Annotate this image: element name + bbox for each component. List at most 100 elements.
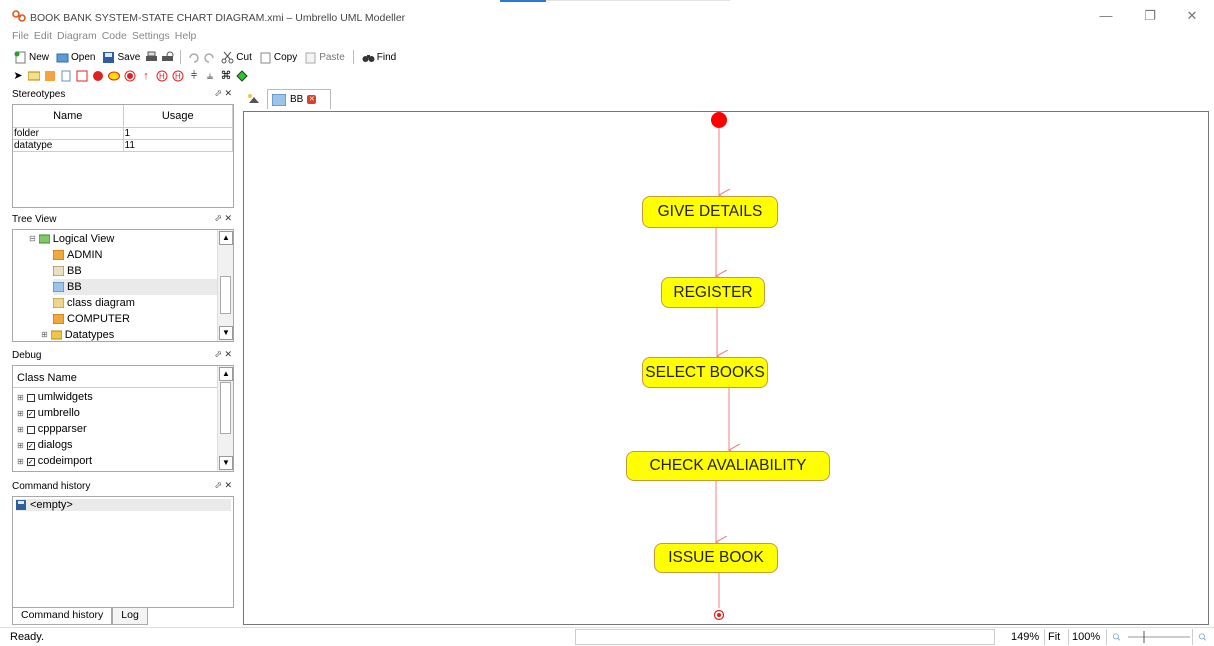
minimize-button[interactable]: —: [1098, 8, 1114, 24]
end-state-icon[interactable]: [124, 70, 136, 82]
state-check-availability[interactable]: CHECK AVALIABILITY: [626, 451, 830, 481]
checkbox-checked[interactable]: ✓: [26, 409, 35, 418]
expand-icon[interactable]: ⊞: [17, 454, 24, 469]
debug-item-umlwidgets[interactable]: ⊞ umlwidgets: [17, 390, 93, 405]
tab-log[interactable]: Log: [112, 608, 148, 625]
scroll-up-icon[interactable]: ▲: [219, 367, 233, 381]
tree-item-datatypes[interactable]: ⊞ Datatypes: [41, 327, 114, 341]
command-history-item[interactable]: <empty>: [16, 499, 231, 511]
tree-item-logical-view[interactable]: ⊟ Logical View: [29, 231, 114, 247]
choice-icon[interactable]: [236, 70, 248, 82]
state-icon[interactable]: [108, 70, 120, 82]
state-diagram-icon: [272, 93, 286, 106]
select-arrow-icon[interactable]: ➤: [12, 70, 24, 82]
junction-icon[interactable]: ⌘: [220, 70, 232, 82]
expand-icon[interactable]: ⊞: [17, 438, 24, 453]
initial-state[interactable]: [711, 112, 727, 128]
print-preview-icon[interactable]: [161, 51, 174, 64]
close-tab-icon[interactable]: ✕: [307, 95, 317, 104]
zoom-100-button[interactable]: 100%: [1068, 629, 1103, 645]
expand-icon[interactable]: ⊞: [17, 390, 24, 405]
column-header-name[interactable]: Name: [13, 105, 124, 128]
scroll-thumb[interactable]: [220, 276, 231, 314]
open-button[interactable]: Open: [54, 51, 97, 64]
new-button[interactable]: New: [12, 51, 51, 64]
find-button[interactable]: Find: [360, 51, 398, 64]
undo-icon[interactable]: [187, 51, 200, 64]
collapse-icon[interactable]: ⊟: [29, 231, 36, 247]
new-tab-icon[interactable]: [247, 93, 261, 105]
debug-item-cppparser[interactable]: ⊞ cppparser: [17, 422, 87, 437]
note-icon[interactable]: [60, 70, 72, 82]
checkbox-checked[interactable]: ✓: [26, 457, 35, 466]
zoom-slider[interactable]: [1128, 631, 1190, 643]
deep-history-icon[interactable]: H: [156, 70, 168, 82]
expand-icon[interactable]: ⊞: [41, 327, 48, 341]
scroll-up-icon[interactable]: ▲: [219, 231, 233, 245]
zoom-out-icon[interactable]: [1106, 629, 1126, 645]
checkbox-checked[interactable]: ✓: [26, 441, 35, 450]
box-icon[interactable]: [44, 70, 56, 82]
dock-float-close-icon[interactable]: ⬀ ✕: [214, 349, 232, 360]
menu-code[interactable]: Code: [102, 30, 127, 44]
dock-float-close-icon[interactable]: ⬀ ✕: [214, 213, 232, 224]
state-box-icon[interactable]: [76, 70, 88, 82]
state-select-books[interactable]: SELECT BOOKS: [642, 357, 768, 388]
checkbox-unchecked[interactable]: [26, 393, 35, 402]
scroll-down-icon[interactable]: ▼: [219, 326, 233, 340]
join-icon[interactable]: ⫨: [204, 70, 216, 82]
close-button[interactable]: ✕: [1184, 8, 1200, 24]
menu-diagram[interactable]: Diagram: [57, 30, 97, 44]
table-row[interactable]: folder 1: [13, 127, 233, 140]
state-register[interactable]: REGISTER: [661, 277, 765, 308]
shallow-history-icon[interactable]: H: [172, 70, 184, 82]
scroll-down-icon[interactable]: ▼: [219, 456, 233, 470]
text-note-icon[interactable]: [28, 70, 40, 82]
scroll-thumb[interactable]: [220, 382, 231, 434]
table-row[interactable]: datatype 11: [13, 139, 233, 152]
tree-item-class-diagram[interactable]: class diagram: [53, 295, 135, 311]
copy-label: Copy: [273, 51, 298, 63]
transition-arrow-icon[interactable]: ↑: [140, 70, 152, 82]
redo-icon[interactable]: [203, 51, 216, 64]
tree-item-bb[interactable]: BB: [53, 263, 82, 279]
copy-button[interactable]: Copy: [257, 51, 299, 64]
tree-item-admin[interactable]: ADMIN: [53, 247, 102, 263]
fork-icon[interactable]: ⫩: [188, 70, 200, 82]
cut-button[interactable]: Cut: [219, 51, 254, 64]
tab-command-history[interactable]: Command history: [12, 608, 113, 625]
tree-view-scrollbar[interactable]: ▲ ▼: [217, 230, 233, 341]
state-give-details[interactable]: GIVE DETAILS: [642, 196, 778, 228]
save-button[interactable]: Save: [100, 51, 142, 64]
debug-column-header[interactable]: Class Name: [13, 366, 218, 388]
tree-item-computer[interactable]: COMPUTER: [53, 311, 130, 327]
stereotypes-title: Stereotypes: [12, 89, 66, 100]
restore-button[interactable]: ❐: [1142, 8, 1158, 24]
tab-bb[interactable]: BB ✕: [267, 89, 331, 109]
fit-button[interactable]: Fit: [1044, 629, 1063, 645]
save-icon: [103, 51, 115, 63]
debug-item-codeimport[interactable]: ⊞ ✓ codeimport: [17, 454, 92, 469]
menu-settings[interactable]: Settings: [132, 30, 170, 44]
dock-float-close-icon[interactable]: ⬀ ✕: [214, 88, 232, 99]
debug-item-dialogs[interactable]: ⊞ ✓ dialogs: [17, 438, 73, 453]
zoom-in-icon[interactable]: [1192, 629, 1212, 645]
dock-float-close-icon[interactable]: ⬀ ✕: [214, 480, 232, 491]
diagram-canvas[interactable]: GIVE DETAILS REGISTER SELECT BOOKS CHECK…: [243, 111, 1209, 625]
menu-file[interactable]: File: [12, 30, 29, 44]
paste-button[interactable]: Paste: [302, 51, 347, 64]
stereotype-usage: 1: [123, 127, 233, 140]
debug-item-umbrello[interactable]: ⊞ ✓ umbrello: [17, 406, 80, 421]
initial-state-icon[interactable]: [92, 70, 104, 82]
tree-item-bb-selected[interactable]: BB: [53, 279, 218, 295]
menu-edit[interactable]: Edit: [34, 30, 52, 44]
expand-icon[interactable]: ⊞: [17, 422, 24, 437]
state-issue-book[interactable]: ISSUE BOOK: [654, 543, 778, 573]
column-header-usage[interactable]: Usage: [123, 105, 233, 128]
debug-dock-title: Debug ⬀ ✕: [10, 349, 236, 363]
expand-icon[interactable]: ⊞: [17, 406, 24, 421]
print-icon[interactable]: [145, 51, 158, 64]
menu-help[interactable]: Help: [175, 30, 197, 44]
debug-scrollbar[interactable]: ▲ ▼: [217, 366, 233, 471]
checkbox-unchecked[interactable]: [26, 425, 35, 434]
